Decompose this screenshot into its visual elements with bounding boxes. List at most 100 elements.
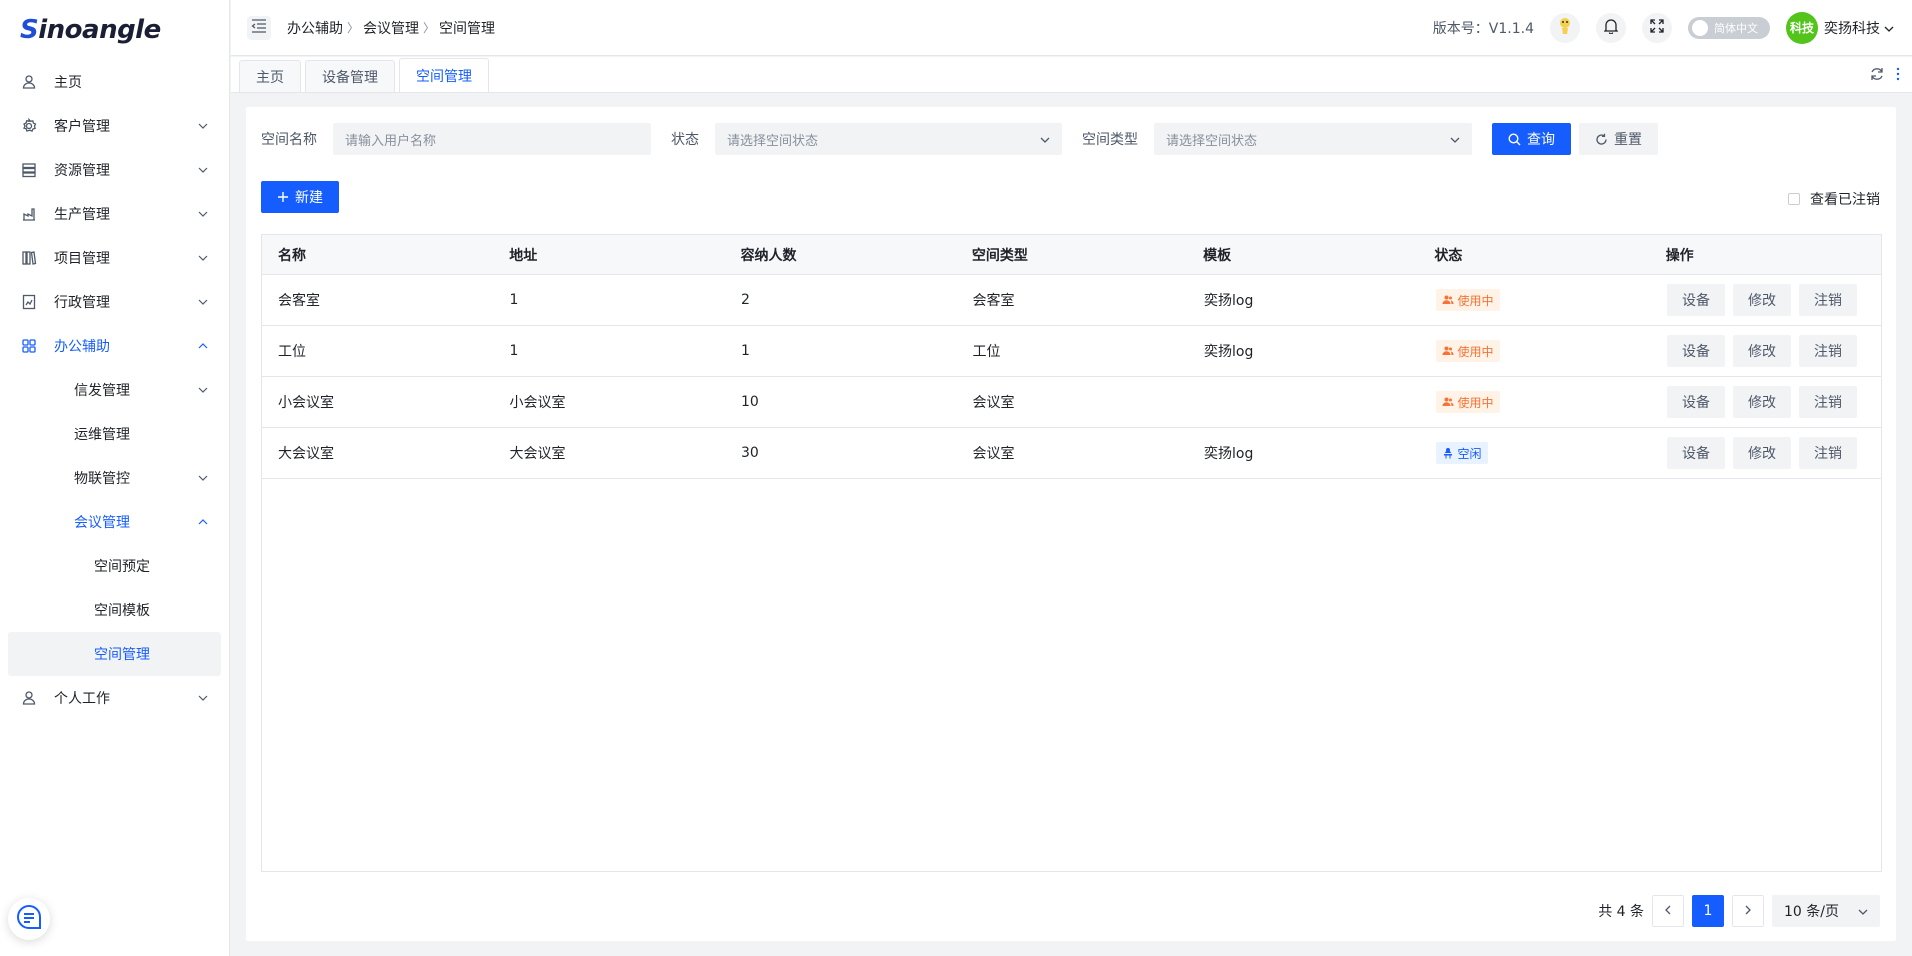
chevron-up-icon xyxy=(197,516,209,528)
cell-capacity: 2 xyxy=(741,292,750,308)
sidebar-item-space-booking[interactable]: 空间预定 xyxy=(0,544,229,588)
users-icon xyxy=(1442,346,1453,355)
cell-template: 奕扬log xyxy=(1204,344,1254,360)
new-button[interactable]: 新建 xyxy=(261,181,339,213)
sidebar-item-office[interactable]: 办公辅助 xyxy=(0,324,229,368)
cancel-button[interactable]: 注销 xyxy=(1799,284,1857,316)
next-page-button[interactable] xyxy=(1732,895,1764,927)
query-button[interactable]: 查询 xyxy=(1492,123,1571,155)
prev-page-button[interactable] xyxy=(1652,895,1684,927)
device-button[interactable]: 设备 xyxy=(1667,335,1725,367)
sidebar-item-resources[interactable]: 资源管理 xyxy=(0,148,229,192)
notification-button[interactable] xyxy=(1596,12,1626,43)
language-toggle[interactable]: 简体中文 xyxy=(1688,16,1770,39)
edit-button[interactable]: 修改 xyxy=(1733,335,1791,367)
cell-name: 工位 xyxy=(278,344,306,360)
cancel-button[interactable]: 注销 xyxy=(1799,335,1857,367)
bell-icon xyxy=(1603,18,1619,38)
chevron-down-icon xyxy=(197,164,209,176)
column-header: 状态 xyxy=(1434,247,1463,264)
sidebar-item-space-management[interactable]: 空间管理 xyxy=(8,632,221,676)
page-tabs: 主页 设备管理 空间管理 xyxy=(231,57,1912,93)
page-button[interactable]: 1 xyxy=(1692,895,1724,927)
chevron-right-icon: 〉 xyxy=(347,21,360,35)
cell-type: 会议室 xyxy=(972,446,1015,462)
reset-button[interactable]: 重置 xyxy=(1579,123,1658,155)
column-header: 名称 xyxy=(278,247,306,264)
chevron-down-icon xyxy=(197,296,209,308)
sidebar-item-iot[interactable]: 物联管控 xyxy=(0,456,229,500)
tab-space-management[interactable]: 空间管理 xyxy=(399,58,489,92)
tab-device-management[interactable]: 设备管理 xyxy=(305,60,395,92)
chevron-up-icon xyxy=(197,340,209,352)
gear-icon xyxy=(20,117,38,135)
sidebar-item-personal-work[interactable]: 个人工作 xyxy=(0,676,229,720)
space-type-select[interactable]: 请选择空间状态 xyxy=(1154,123,1472,155)
sidebar-item-home[interactable]: 主页 xyxy=(0,60,229,104)
document-chart-icon xyxy=(20,293,38,311)
sidebar-item-customers[interactable]: 客户管理 xyxy=(0,104,229,148)
top-header: 办公辅助 〉 会议管理 〉 空间管理 版本号：V1.1.4 简体中文 科技 奕扬… xyxy=(231,0,1912,56)
column-header: 地址 xyxy=(509,247,538,264)
sidebar-item-production[interactable]: 生产管理 xyxy=(0,192,229,236)
sidebar-item-space-template[interactable]: 空间模板 xyxy=(0,588,229,632)
checkbox[interactable] xyxy=(1788,193,1800,205)
chevron-left-icon xyxy=(1665,903,1671,919)
sidebar-item-meetings[interactable]: 会议管理 xyxy=(0,500,229,544)
logo[interactable]: Sinoangle xyxy=(0,0,229,60)
cell-actions: 设备 修改 注销 xyxy=(1651,335,1881,367)
breadcrumb-item[interactable]: 办公辅助 xyxy=(287,18,343,38)
show-cancelled-checkbox[interactable]: 查看已注销 xyxy=(1788,189,1880,209)
breadcrumb-item[interactable]: 会议管理 xyxy=(363,18,419,38)
device-button[interactable]: 设备 xyxy=(1667,284,1725,316)
cancel-button[interactable]: 注销 xyxy=(1799,437,1857,469)
total-count: 共 4 条 xyxy=(1598,904,1644,920)
page-size-select[interactable]: 10 条/页 xyxy=(1772,895,1880,927)
device-button[interactable]: 设备 xyxy=(1667,437,1725,469)
chat-icon xyxy=(15,903,43,935)
mascot-button[interactable] xyxy=(1550,12,1580,43)
refresh-icon[interactable] xyxy=(1870,67,1884,81)
sidebar: Sinoangle 主页 客户管理 资源管理 生产管理 项目管理 行政管理 办公… xyxy=(0,0,230,956)
tab-home[interactable]: 主页 xyxy=(239,60,301,92)
status-select[interactable]: 请选择空间状态 xyxy=(715,123,1062,155)
chevron-down-icon xyxy=(197,120,209,132)
column-header: 模板 xyxy=(1203,247,1232,264)
cell-name: 小会议室 xyxy=(278,395,334,411)
table-row: 工位 1 1 工位 奕扬log 使用中 设备 修改 注销 xyxy=(262,326,1881,377)
collapse-sidebar-button[interactable] xyxy=(247,15,271,40)
cancel-button[interactable]: 注销 xyxy=(1799,386,1857,418)
cell-status: 使用中 xyxy=(1420,391,1652,413)
device-button[interactable]: 设备 xyxy=(1667,386,1725,418)
cell-template: 奕扬log xyxy=(1204,446,1254,462)
sidebar-item-admin[interactable]: 行政管理 xyxy=(0,280,229,324)
chevron-down-icon xyxy=(1450,132,1460,147)
space-name-label: 空间名称 xyxy=(261,132,317,148)
breadcrumb-item: 空间管理 xyxy=(439,20,496,37)
edit-button[interactable]: 修改 xyxy=(1733,284,1791,316)
sidebar-item-projects[interactable]: 项目管理 xyxy=(0,236,229,280)
edit-button[interactable]: 修改 xyxy=(1733,386,1791,418)
cell-actions: 设备 修改 注销 xyxy=(1651,386,1881,418)
username[interactable]: 奕扬科技 xyxy=(1824,18,1880,38)
edit-button[interactable]: 修改 xyxy=(1733,437,1791,469)
space-name-input[interactable]: 请输入用户名称 xyxy=(333,123,651,155)
cell-template: 奕扬log xyxy=(1204,293,1254,309)
status-badge: 使用中 xyxy=(1435,340,1500,362)
sidebar-item-signage[interactable]: 信发管理 xyxy=(0,368,229,412)
user-icon xyxy=(20,73,38,91)
sidebar-item-ops[interactable]: 运维管理 xyxy=(0,412,229,456)
fullscreen-button[interactable] xyxy=(1642,12,1672,43)
fullscreen-icon xyxy=(1650,18,1664,37)
search-icon xyxy=(1508,132,1521,146)
users-icon xyxy=(1442,295,1453,304)
cell-type: 工位 xyxy=(972,344,1001,360)
avatar[interactable]: 科技 xyxy=(1786,11,1818,44)
mascot-icon xyxy=(1556,16,1574,40)
column-header: 操作 xyxy=(1665,247,1694,264)
cell-status: 使用中 xyxy=(1420,340,1652,362)
factory-icon xyxy=(20,205,38,223)
more-vertical-icon[interactable] xyxy=(1896,67,1900,81)
chat-button[interactable] xyxy=(8,898,50,940)
chevron-down-icon[interactable] xyxy=(1884,20,1894,36)
